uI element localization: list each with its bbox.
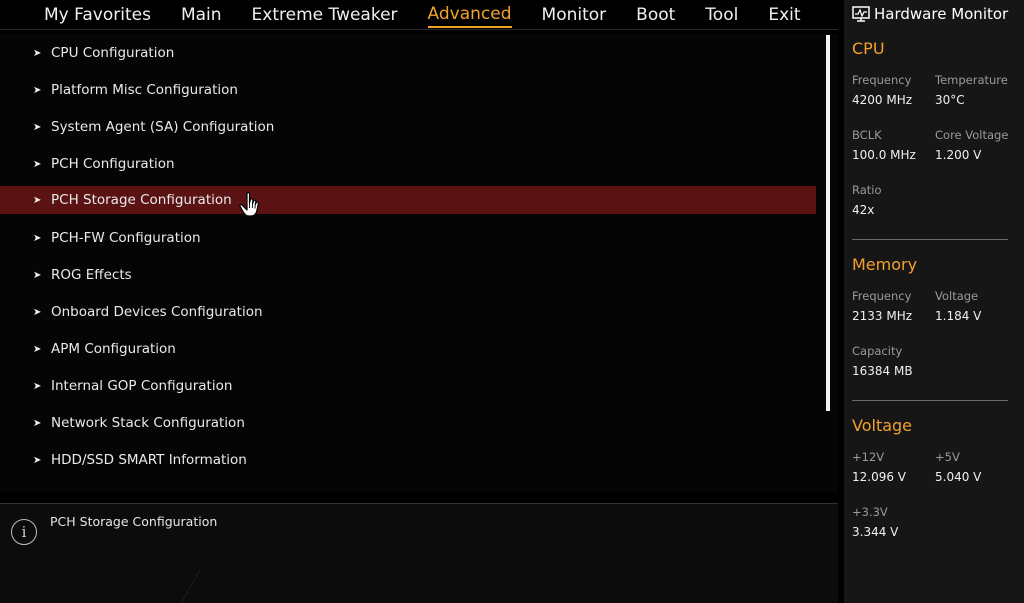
arrow-right-icon: ➤ <box>33 121 42 133</box>
help-description-bar: i PCH Storage Configuration <box>0 503 838 603</box>
ratio-value: 42x <box>852 203 875 217</box>
v5-value: 5.040 V <box>935 470 982 484</box>
menu-item-label: System Agent (SA) Configuration <box>51 119 275 135</box>
menu-item-network-stack-configuration[interactable]: ➤ Network Stack Configuration <box>0 409 816 437</box>
arrow-right-icon: ➤ <box>33 454 42 466</box>
cpu-temperature-label: Temperature <box>935 73 1008 87</box>
tab-monitor[interactable]: Monitor <box>542 1 607 29</box>
top-navigation: My Favorites Main Extreme Tweaker Advanc… <box>0 0 838 30</box>
cpu-temperature-value: 30°C <box>935 93 965 107</box>
arrow-right-icon: ➤ <box>33 380 42 392</box>
v12-value: 12.096 V <box>852 470 907 484</box>
menu-item-onboard-devices-configuration[interactable]: ➤ Onboard Devices Configuration <box>0 298 816 326</box>
menu-item-label: HDD/SSD SMART Information <box>51 452 247 468</box>
v12-label: +12V <box>852 450 885 464</box>
menu-item-label: APM Configuration <box>51 341 176 357</box>
v33-value: 3.344 V <box>852 525 899 539</box>
menu-item-internal-gop-configuration[interactable]: ➤ Internal GOP Configuration <box>0 372 816 400</box>
tab-advanced[interactable]: Advanced <box>427 2 512 28</box>
divider <box>852 239 1008 240</box>
menu-item-apm-configuration[interactable]: ➤ APM Configuration <box>0 335 816 363</box>
arrow-right-icon: ➤ <box>33 417 42 429</box>
cpu-frequency-value: 4200 MHz <box>852 93 913 107</box>
menu-scrollbar[interactable] <box>826 35 830 411</box>
hardware-monitor-title: Hardware Monitor <box>874 5 1009 23</box>
menu-item-label: PCH Storage Configuration <box>51 192 232 208</box>
bclk-label: BCLK <box>852 128 882 142</box>
menu-item-system-agent-configuration[interactable]: ➤ System Agent (SA) Configuration <box>0 113 816 141</box>
arrow-right-icon: ➤ <box>33 47 42 59</box>
arrow-right-icon: ➤ <box>33 343 42 355</box>
tab-exit[interactable]: Exit <box>768 1 800 29</box>
help-text: PCH Storage Configuration <box>50 514 218 529</box>
bclk-value: 100.0 MHz <box>852 148 916 162</box>
menu-item-rog-effects[interactable]: ➤ ROG Effects <box>0 261 816 289</box>
menu-item-label: Internal GOP Configuration <box>51 378 233 394</box>
core-voltage-value: 1.200 V <box>935 148 982 162</box>
divider <box>852 400 1008 401</box>
menu-item-pch-fw-configuration[interactable]: ➤ PCH-FW Configuration <box>0 224 816 252</box>
advanced-menu-list: ➤ CPU Configuration ➤ Platform Misc Conf… <box>0 34 838 492</box>
capacity-label: Capacity <box>852 344 903 358</box>
hardware-monitor-panel: Hardware Monitor CPU Frequency 4200 MHz … <box>844 0 1024 603</box>
tab-tool[interactable]: Tool <box>705 1 738 29</box>
v5-label: +5V <box>935 450 960 464</box>
hardware-monitor-header: Hardware Monitor <box>852 4 1008 24</box>
tab-main[interactable]: Main <box>181 1 222 29</box>
menu-item-label: PCH Configuration <box>51 156 175 172</box>
memory-frequency-value: 2133 MHz <box>852 309 913 323</box>
voltage-section-title: Voltage <box>852 416 913 435</box>
menu-item-pch-configuration[interactable]: ➤ PCH Configuration <box>0 150 816 178</box>
tab-extreme-tweaker[interactable]: Extreme Tweaker <box>252 1 398 29</box>
arrow-right-icon: ➤ <box>33 194 42 206</box>
menu-item-label: Network Stack Configuration <box>51 415 245 431</box>
memory-frequency-label: Frequency <box>852 289 912 303</box>
menu-item-cpu-configuration[interactable]: ➤ CPU Configuration <box>0 39 816 67</box>
memory-section-title: Memory <box>852 255 918 274</box>
tab-my-favorites[interactable]: My Favorites <box>44 1 151 29</box>
menu-item-hdd-ssd-smart-information[interactable]: ➤ HDD/SSD SMART Information <box>0 446 816 474</box>
menu-item-label: CPU Configuration <box>51 45 175 61</box>
menu-item-platform-misc-configuration[interactable]: ➤ Platform Misc Configuration <box>0 76 816 104</box>
tab-boot[interactable]: Boot <box>636 1 675 29</box>
cpu-section-title: CPU <box>852 39 885 58</box>
memory-voltage-label: Voltage <box>935 289 979 303</box>
arrow-right-icon: ➤ <box>33 84 42 96</box>
menu-item-label: Platform Misc Configuration <box>51 82 238 98</box>
arrow-right-icon: ➤ <box>33 269 42 281</box>
memory-voltage-value: 1.184 V <box>935 309 982 323</box>
arrow-right-icon: ➤ <box>33 158 42 170</box>
monitor-icon <box>852 6 870 22</box>
ratio-label: Ratio <box>852 183 882 197</box>
capacity-value: 16384 MB <box>852 364 913 378</box>
menu-item-label: PCH-FW Configuration <box>51 230 201 246</box>
info-icon: i <box>11 519 37 545</box>
menu-item-label: Onboard Devices Configuration <box>51 304 263 320</box>
core-voltage-label: Core Voltage <box>935 128 1009 142</box>
hand-cursor-icon <box>239 192 260 217</box>
v33-label: +3.3V <box>852 505 888 519</box>
cpu-frequency-label: Frequency <box>852 73 912 87</box>
menu-item-label: ROG Effects <box>51 267 132 283</box>
arrow-right-icon: ➤ <box>33 232 42 244</box>
menu-item-pch-storage-configuration[interactable]: ➤ PCH Storage Configuration <box>0 186 816 214</box>
arrow-right-icon: ➤ <box>33 306 42 318</box>
